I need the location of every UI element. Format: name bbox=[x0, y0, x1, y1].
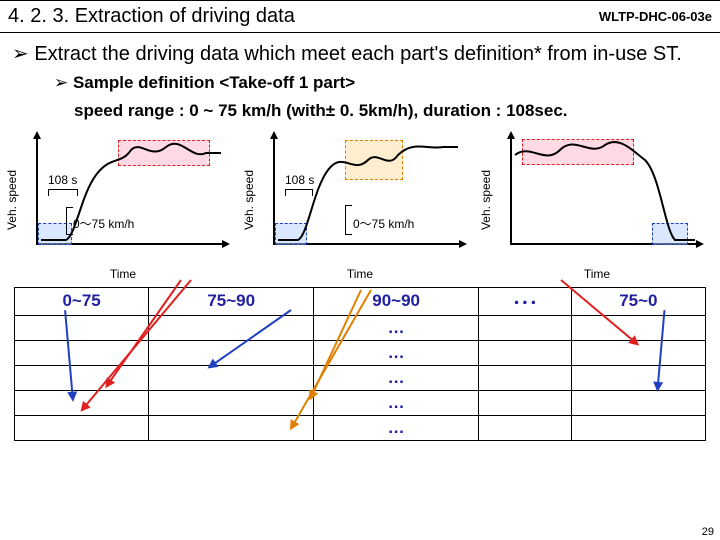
duration-note: 108 s bbox=[48, 173, 77, 187]
table-row: … bbox=[15, 340, 706, 365]
duration-note: 108 s bbox=[285, 173, 314, 187]
header-cell: 0~75 bbox=[15, 287, 149, 315]
table-row: … bbox=[15, 390, 706, 415]
sub-bullet-1: Sample definition <Take-off 1 part> bbox=[0, 69, 720, 97]
graph-1: Veh. speed Time 108 s 0～75 km/h bbox=[18, 135, 228, 265]
range-note: 0～75 km/h bbox=[353, 215, 414, 232]
doc-id: WLTP-DHC-06-03e bbox=[599, 9, 712, 24]
range-note: 0～75 km/h bbox=[73, 215, 134, 232]
main-bullet: Extract the driving data which meet each… bbox=[0, 33, 720, 69]
graph-2: Veh. speed Time 108 s 0～75 km/h bbox=[255, 135, 465, 265]
section-title: 4. 2. 3. Extraction of driving data bbox=[8, 5, 295, 28]
speed-curve-3 bbox=[510, 135, 700, 245]
duration-bracket bbox=[48, 189, 78, 196]
graphs-row: Veh. speed Time 108 s 0～75 km/h Veh. spe… bbox=[0, 125, 720, 265]
duration-bracket bbox=[285, 189, 313, 196]
y-axis-label: Veh. speed bbox=[479, 170, 493, 230]
y-axis-label: Veh. speed bbox=[242, 170, 256, 230]
graph-3: Veh. speed Time bbox=[492, 135, 702, 265]
range-bracket bbox=[66, 207, 73, 235]
x-axis-label: Time bbox=[584, 267, 610, 281]
page-number: 29 bbox=[702, 526, 714, 538]
header: 4. 2. 3. Extraction of driving data WLTP… bbox=[0, 0, 720, 33]
x-axis-label: Time bbox=[110, 267, 136, 281]
header-cell: 90~90 bbox=[314, 287, 479, 315]
table-row: … bbox=[15, 315, 706, 340]
sub-bullet-2: speed range : 0 ~ 75 km/h (with± 0. 5km/… bbox=[0, 97, 720, 125]
table-row: … bbox=[15, 415, 706, 440]
header-cell: 75~0 bbox=[571, 287, 705, 315]
x-axis-label: Time bbox=[347, 267, 373, 281]
header-cell: ･･･ bbox=[479, 287, 572, 315]
y-axis-label: Veh. speed bbox=[5, 170, 19, 230]
range-bracket bbox=[345, 205, 352, 235]
